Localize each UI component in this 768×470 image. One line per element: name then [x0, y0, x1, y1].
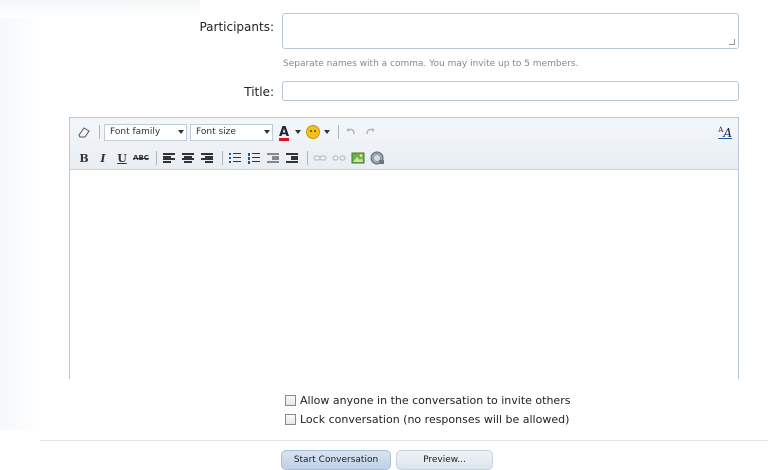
italic-button[interactable]: I [95, 150, 111, 166]
numbered-list-icon[interactable] [246, 150, 262, 166]
font-size-select[interactable]: Font size [190, 123, 273, 141]
title-input[interactable] [282, 81, 739, 101]
page: Participants: Separate names with a comm… [0, 0, 768, 470]
font-family-select[interactable]: Font family [104, 123, 187, 141]
unlink-icon[interactable] [331, 150, 347, 166]
redo-icon[interactable] [362, 124, 378, 140]
toolbar-separator [99, 125, 100, 139]
font-color-icon[interactable]: A [276, 124, 292, 140]
bullet-list-icon[interactable] [227, 150, 243, 166]
toolbar-separator [156, 151, 157, 165]
participants-input[interactable] [282, 13, 739, 49]
smilies-dropdown-icon[interactable] [324, 130, 330, 134]
toolbar-separator [338, 125, 339, 139]
chevron-down-icon [178, 129, 184, 134]
lock-conversation-option: Lock conversation (no responses will be … [285, 413, 569, 426]
toolbar-row-2: B I U ABC [76, 148, 388, 168]
form-divider [40, 440, 768, 441]
font-size-value: Font size [196, 127, 236, 137]
underline-button[interactable]: U [114, 150, 130, 166]
image-icon[interactable] [350, 150, 366, 166]
smiley-face-icon [306, 125, 320, 139]
outdent-icon[interactable] [265, 150, 281, 166]
font-color-dropdown-icon[interactable] [295, 130, 301, 134]
preview-button[interactable]: Preview... [396, 450, 493, 470]
title-label: Title: [244, 85, 274, 99]
undo-icon[interactable] [343, 124, 359, 140]
toolbar-separator [222, 151, 223, 165]
smilies-icon[interactable] [305, 124, 321, 140]
allow-invite-checkbox[interactable] [285, 395, 296, 406]
link-icon[interactable] [312, 150, 328, 166]
participants-label: Participants: [199, 20, 274, 34]
bold-button[interactable]: B [76, 150, 92, 166]
indent-icon[interactable] [284, 150, 300, 166]
participants-hint: Separate names with a comma. You may inv… [283, 59, 579, 69]
align-right-icon[interactable] [199, 150, 215, 166]
lock-conversation-checkbox[interactable] [285, 414, 296, 425]
font-family-value: Font family [110, 127, 161, 137]
rich-text-editor: Font family Font size A AA B I U ABC [69, 117, 739, 379]
top-shade [0, 0, 200, 18]
left-shade [0, 0, 40, 430]
media-icon[interactable] [369, 150, 385, 166]
align-center-icon[interactable] [180, 150, 196, 166]
eraser-icon[interactable] [76, 124, 92, 140]
start-conversation-button[interactable]: Start Conversation [281, 450, 391, 470]
resize-grip-icon[interactable] [729, 39, 735, 45]
editor-content-area[interactable] [70, 171, 738, 379]
align-left-icon[interactable] [161, 150, 177, 166]
chevron-down-icon [264, 129, 270, 134]
toolbar-separator [307, 151, 308, 165]
remove-format-glyph: A [723, 126, 732, 140]
strikethrough-button[interactable]: ABC [133, 150, 149, 166]
allow-invite-label[interactable]: Allow anyone in the conversation to invi… [300, 394, 570, 407]
lock-conversation-label[interactable]: Lock conversation (no responses will be … [300, 413, 569, 426]
font-color-glyph: A [278, 124, 290, 140]
editor-toolbar: Font family Font size A AA B I U ABC [70, 118, 738, 170]
toolbar-row-1: Font family Font size A [76, 122, 381, 142]
allow-invite-option: Allow anyone in the conversation to invi… [285, 394, 570, 407]
remove-format-icon[interactable]: AA [718, 126, 732, 140]
